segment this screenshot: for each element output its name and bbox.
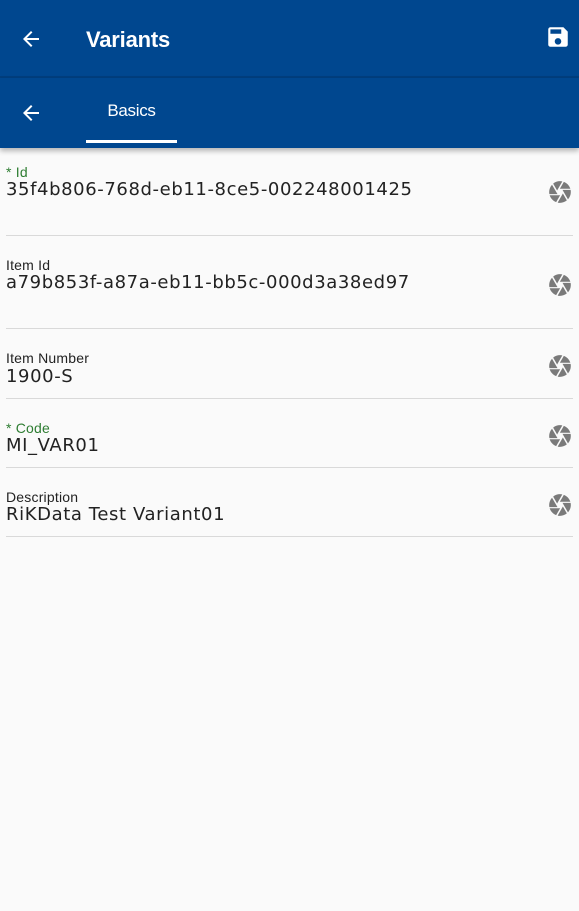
field-label: * Code <box>6 420 51 436</box>
field-label: Item Number <box>6 350 90 366</box>
save-button[interactable] <box>543 22 573 52</box>
field-id[interactable]: * Id 35f4b806-768d-eb11-8ce5-00224800142… <box>6 148 573 236</box>
active-tab-indicator <box>86 140 177 143</box>
camera-aperture-icon[interactable] <box>547 353 573 379</box>
arrow-left-icon <box>23 105 39 121</box>
field-value: 35f4b806-768d-eb11-8ce5-002248001425 <box>6 179 413 200</box>
field-label: Description <box>6 489 79 505</box>
form-content: * Id 35f4b806-768d-eb11-8ce5-00224800142… <box>0 148 579 537</box>
field-value: 1900-S <box>6 366 74 387</box>
field-description[interactable]: Description RiKData Test Variant01 <box>6 468 573 537</box>
page-title: Variants <box>86 27 171 52</box>
arrow-left-icon <box>23 31 39 47</box>
field-label: Item Id <box>6 257 51 273</box>
tab-back-button[interactable] <box>11 93 51 133</box>
camera-aperture-icon[interactable] <box>547 179 573 205</box>
app-root: Variants Basics * Id 35f4b806-768d-eb11-… <box>0 0 579 911</box>
tab-basics[interactable]: Basics <box>86 78 177 143</box>
camera-aperture-icon[interactable] <box>547 492 573 518</box>
save-icon <box>548 27 568 47</box>
camera-aperture-icon[interactable] <box>547 423 573 449</box>
field-item-id[interactable]: Item Id a79b853f-a87a-eb11-bb5c-000d3a38… <box>6 236 573 329</box>
field-code[interactable]: * Code MI_VAR01 <box>6 399 573 468</box>
field-label: * Id <box>6 164 28 180</box>
camera-aperture-icon[interactable] <box>547 272 573 298</box>
field-value: MI_VAR01 <box>6 435 100 456</box>
field-value: a79b853f-a87a-eb11-bb5c-000d3a38ed97 <box>6 272 410 293</box>
tab-bar: Basics <box>0 78 579 148</box>
field-item-number[interactable]: Item Number 1900-S <box>6 329 573 399</box>
app-bar: Variants <box>0 0 579 78</box>
field-value: RiKData Test Variant01 <box>6 504 226 525</box>
back-button[interactable] <box>11 19 51 59</box>
